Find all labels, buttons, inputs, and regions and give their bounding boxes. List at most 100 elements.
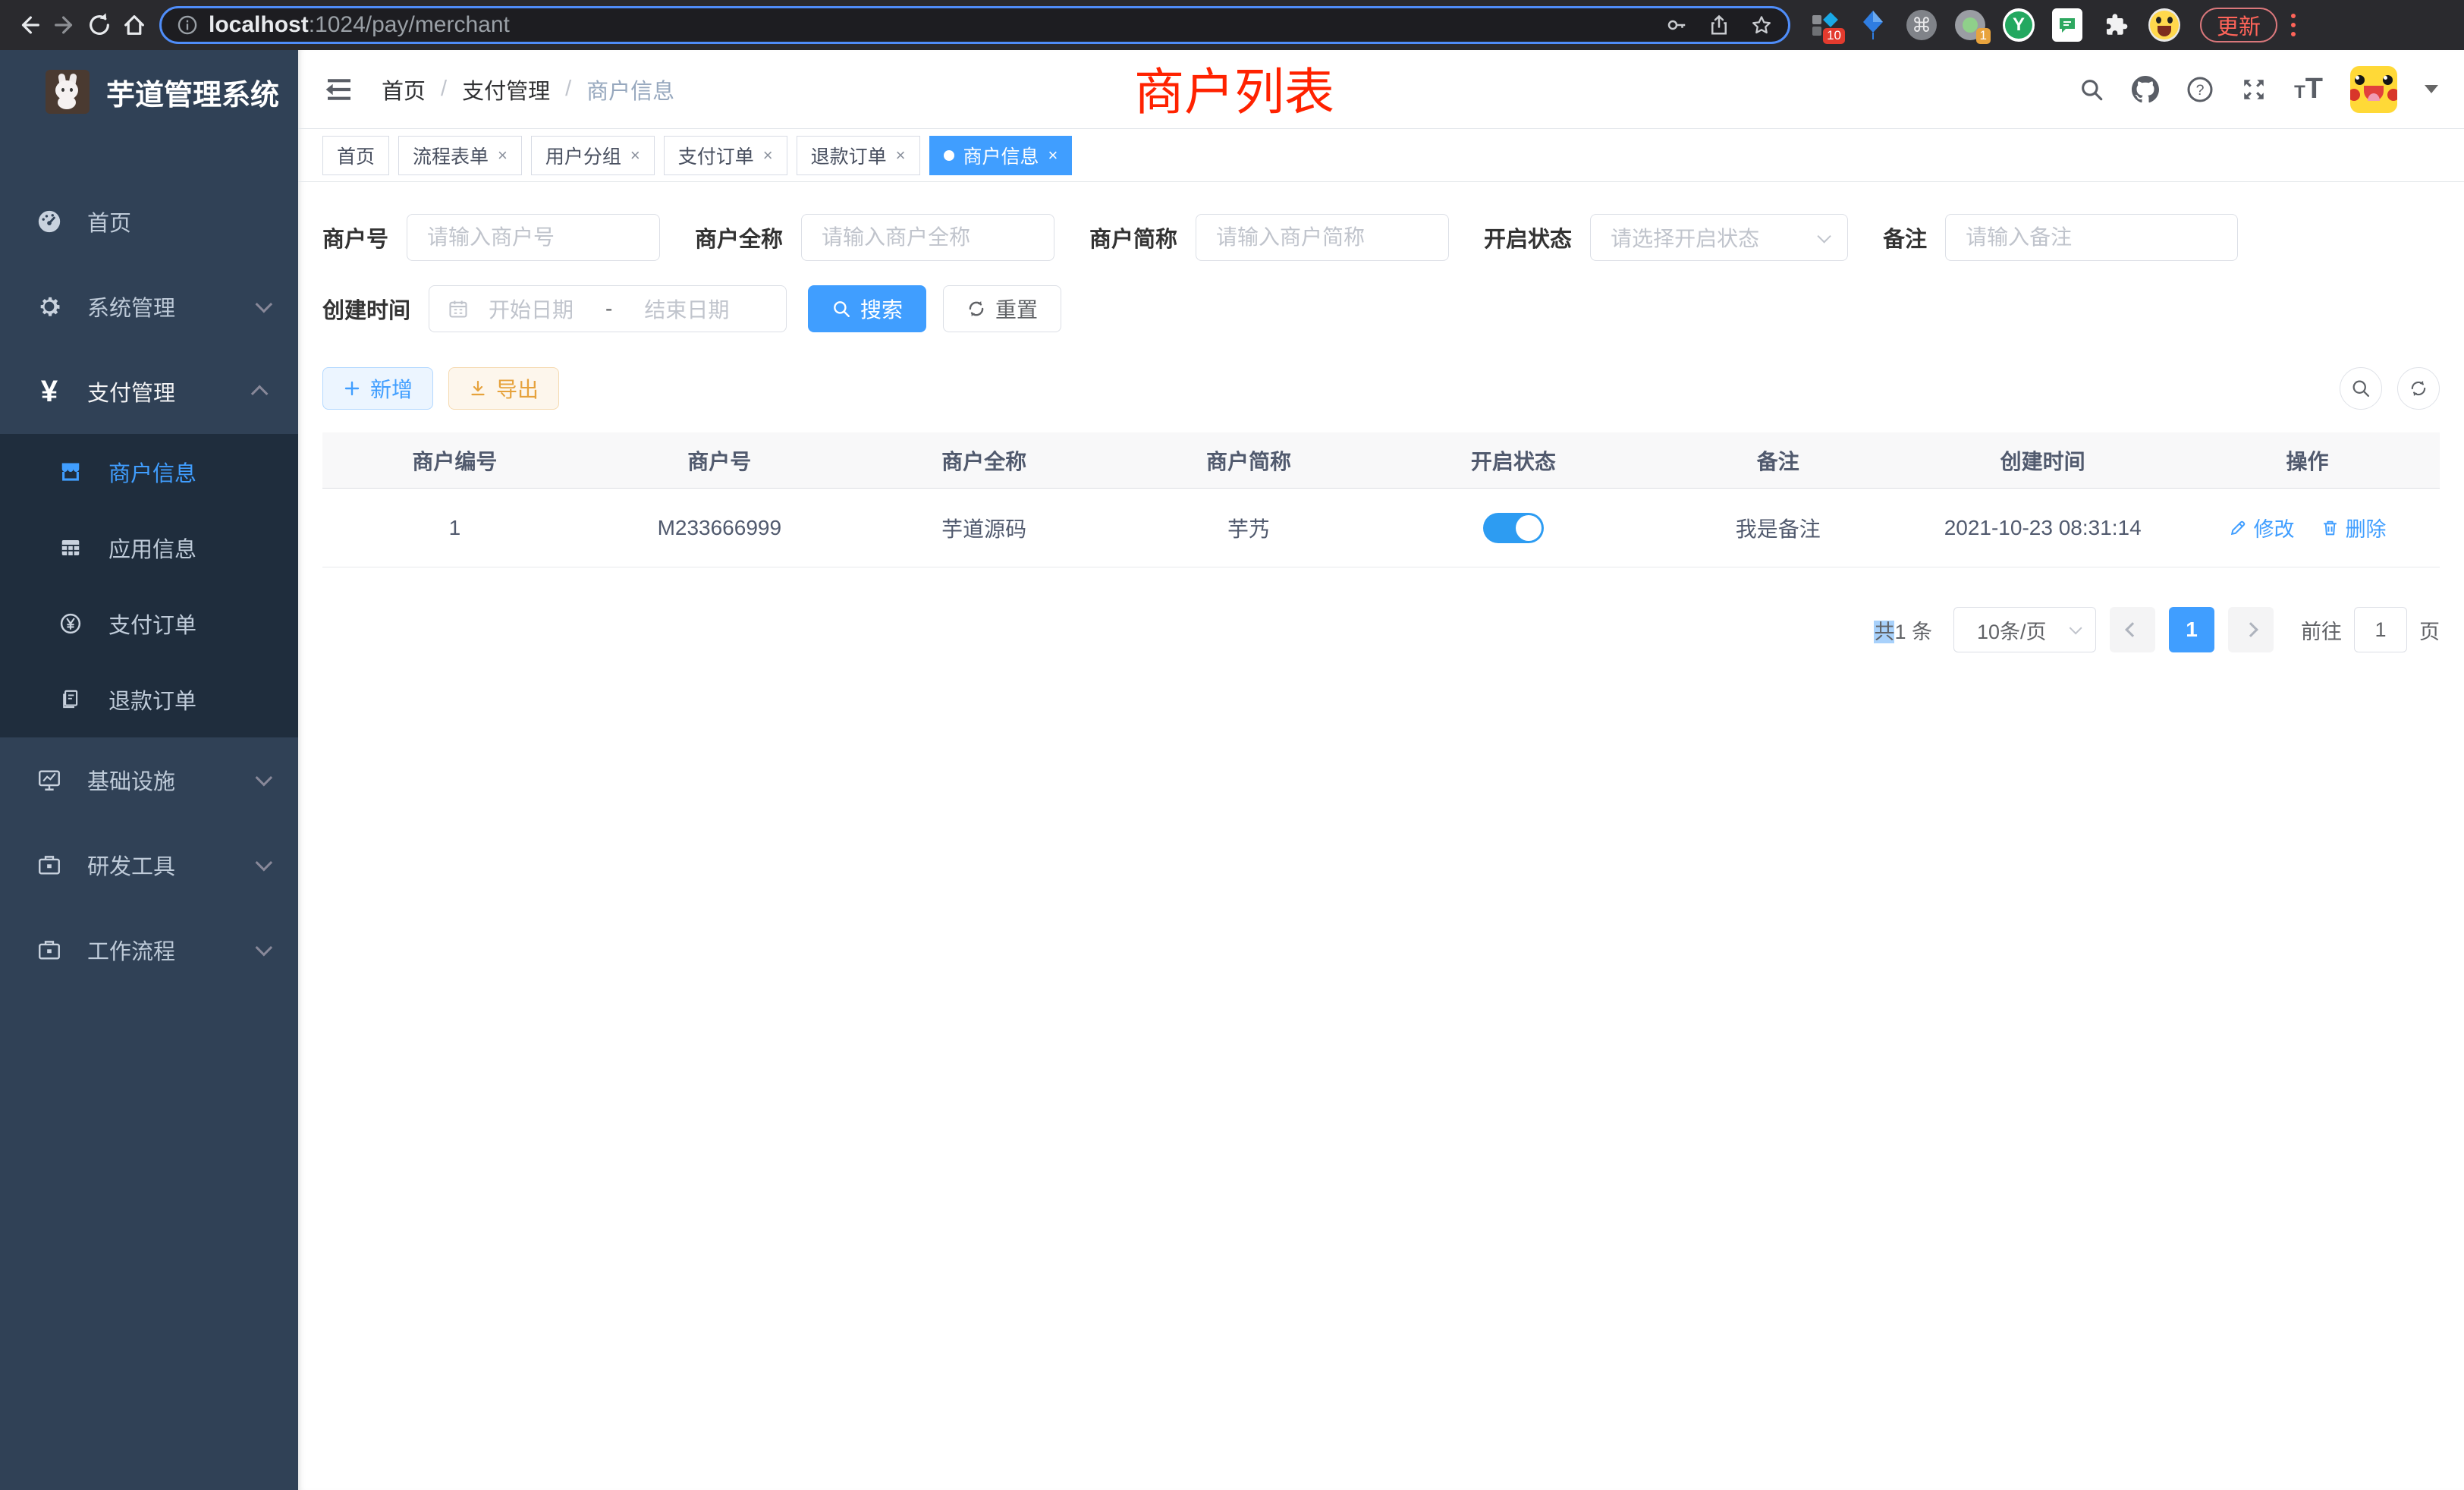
col-full-name: 商户全称 xyxy=(852,445,1117,476)
page-1-button[interactable]: 1 xyxy=(2169,607,2214,652)
download-icon xyxy=(469,379,487,398)
payment-submenu: 商户信息 应用信息 支付订单 xyxy=(0,434,298,737)
search-button[interactable]: 搜索 xyxy=(808,285,926,332)
refresh-icon xyxy=(966,299,986,319)
sidebar-item-system[interactable]: 系统管理 xyxy=(0,264,298,349)
close-icon[interactable]: × xyxy=(1048,146,1058,165)
tab-process-form[interactable]: 流程表单× xyxy=(398,136,522,175)
breadcrumb-home[interactable]: 首页 xyxy=(382,74,426,105)
filter-label-remark: 备注 xyxy=(1883,222,1927,253)
goto-page-input[interactable] xyxy=(2354,607,2407,652)
date-range-picker[interactable]: 开始日期 - 结束日期 xyxy=(429,285,787,332)
share-icon[interactable] xyxy=(1708,14,1730,36)
tab-refund-order[interactable]: 退款订单× xyxy=(797,136,920,175)
status-toggle[interactable] xyxy=(1483,513,1544,543)
close-icon[interactable]: × xyxy=(630,146,640,165)
browser-forward-button[interactable] xyxy=(47,8,82,42)
password-key-icon[interactable] xyxy=(1665,14,1688,36)
export-button[interactable]: 导出 xyxy=(448,367,559,410)
help-icon[interactable]: ? xyxy=(2186,76,2214,103)
browser-home-button[interactable] xyxy=(117,8,152,42)
tab-user-group[interactable]: 用户分组× xyxy=(531,136,655,175)
toggle-search-button[interactable] xyxy=(2340,367,2382,410)
sidebar-item-merchant-info[interactable]: 商户信息 xyxy=(0,434,298,510)
browser-menu-icon[interactable] xyxy=(2291,14,2296,36)
refresh-table-button[interactable] xyxy=(2397,367,2440,410)
page-size-select[interactable]: 10条/页 xyxy=(1953,607,2096,652)
extension-chat-icon[interactable] xyxy=(2051,9,2083,41)
font-size-icon[interactable]: TT xyxy=(2294,73,2323,105)
browser-update-button[interactable]: 更新 xyxy=(2200,8,2277,42)
close-icon[interactable]: × xyxy=(896,146,906,165)
tab-merchant-info[interactable]: 商户信息× xyxy=(929,136,1073,175)
close-icon[interactable]: × xyxy=(498,146,508,165)
browser-back-button[interactable] xyxy=(12,8,47,42)
plus-icon xyxy=(343,379,361,398)
sidebar-item-home[interactable]: 首页 xyxy=(0,179,298,264)
github-icon[interactable] xyxy=(2132,76,2159,103)
tab-home[interactable]: 首页 xyxy=(322,136,389,175)
extension-blocks-icon[interactable]: 10 xyxy=(1809,9,1840,41)
site-info-icon[interactable] xyxy=(177,14,198,36)
remark-input[interactable] xyxy=(1945,214,2238,261)
extension-y-icon[interactable]: Y xyxy=(2003,9,2035,41)
store-icon xyxy=(57,461,84,483)
col-actions: 操作 xyxy=(2175,445,2440,476)
breadcrumb-payment[interactable]: 支付管理 xyxy=(462,74,550,105)
sidebar-item-dev-tools[interactable]: 研发工具 xyxy=(0,822,298,907)
avatar-caret-icon[interactable] xyxy=(2425,85,2438,93)
chevron-down-icon xyxy=(256,939,273,957)
extension-kite-icon[interactable] xyxy=(1857,9,1889,41)
sidebar-item-infrastructure[interactable]: 基础设施 xyxy=(0,737,298,822)
browser-reload-button[interactable] xyxy=(82,8,117,42)
filter-label-short-name: 商户简称 xyxy=(1089,222,1177,253)
prev-page-button[interactable] xyxy=(2110,607,2155,652)
chevron-down-icon xyxy=(256,854,273,872)
sidebar-item-app-info[interactable]: 应用信息 xyxy=(0,510,298,586)
sidebar-item-workflow[interactable]: 工作流程 xyxy=(0,907,298,992)
tab-pay-order[interactable]: 支付订单× xyxy=(664,136,787,175)
address-bar[interactable]: localhost:1024/pay/merchant xyxy=(159,6,1790,44)
status-select[interactable]: 请选择开启状态 xyxy=(1590,214,1848,261)
next-page-button[interactable] xyxy=(2228,607,2274,652)
search-icon[interactable] xyxy=(2079,77,2104,102)
trash-icon xyxy=(2321,518,2340,537)
filter-label-created: 创建时间 xyxy=(322,293,410,325)
merchant-no-input[interactable] xyxy=(407,214,660,261)
extensions-puzzle-icon[interactable] xyxy=(2100,9,2132,41)
page-annotation-title: 商户列表 xyxy=(1134,52,1334,124)
close-icon[interactable]: × xyxy=(763,146,773,165)
top-navbar: 首页 / 支付管理 / 商户信息 ? T xyxy=(298,50,2464,129)
reset-button[interactable]: 重置 xyxy=(943,285,1061,332)
sidebar-item-pay-order[interactable]: 支付订单 xyxy=(0,586,298,662)
sidebar-item-refund-order[interactable]: 退款订单 xyxy=(0,662,298,737)
edit-link[interactable]: 修改 xyxy=(2229,513,2295,542)
app-logo[interactable]: 芋道管理系统 xyxy=(0,50,298,134)
filter-label-full-name: 商户全称 xyxy=(695,222,783,253)
col-created-at: 创建时间 xyxy=(1910,445,2175,476)
cell-full-name: 芋道源码 xyxy=(852,513,1117,543)
app-title: 芋道管理系统 xyxy=(106,71,279,113)
extension-badge: 10 xyxy=(1823,28,1845,44)
yen-icon: ¥ xyxy=(36,376,63,407)
delete-link[interactable]: 删除 xyxy=(2321,513,2387,542)
table-row: 1 M233666999 芋道源码 芋艿 我是备注 2021-10-23 08:… xyxy=(322,489,2440,567)
extension-command-icon[interactable]: ⌘ xyxy=(1906,9,1938,41)
monitor-chart-icon xyxy=(36,767,63,793)
sidebar-collapse-button[interactable] xyxy=(324,77,354,102)
add-button[interactable]: 新增 xyxy=(322,367,433,410)
fullscreen-icon[interactable] xyxy=(2241,77,2267,102)
svg-text:?: ? xyxy=(2196,81,2205,98)
full-name-input[interactable] xyxy=(801,214,1054,261)
sidebar: 芋道管理系统 首页 系统管理 ¥ 支付管理 xyxy=(0,50,298,1490)
bookmark-star-icon[interactable] xyxy=(1750,14,1773,36)
grid-icon xyxy=(57,536,84,559)
extension-recorder-icon[interactable]: 1 xyxy=(1954,9,1986,41)
chevron-down-icon xyxy=(1817,229,1831,243)
avatar[interactable] xyxy=(2350,66,2397,113)
extension-emoji-icon[interactable] xyxy=(2148,9,2180,41)
browser-toolbar: localhost:1024/pay/merchant 10 ⌘ 1 Y xyxy=(0,0,2464,50)
search-icon xyxy=(2350,378,2371,399)
sidebar-item-payment[interactable]: ¥ 支付管理 xyxy=(0,349,298,434)
short-name-input[interactable] xyxy=(1196,214,1449,261)
